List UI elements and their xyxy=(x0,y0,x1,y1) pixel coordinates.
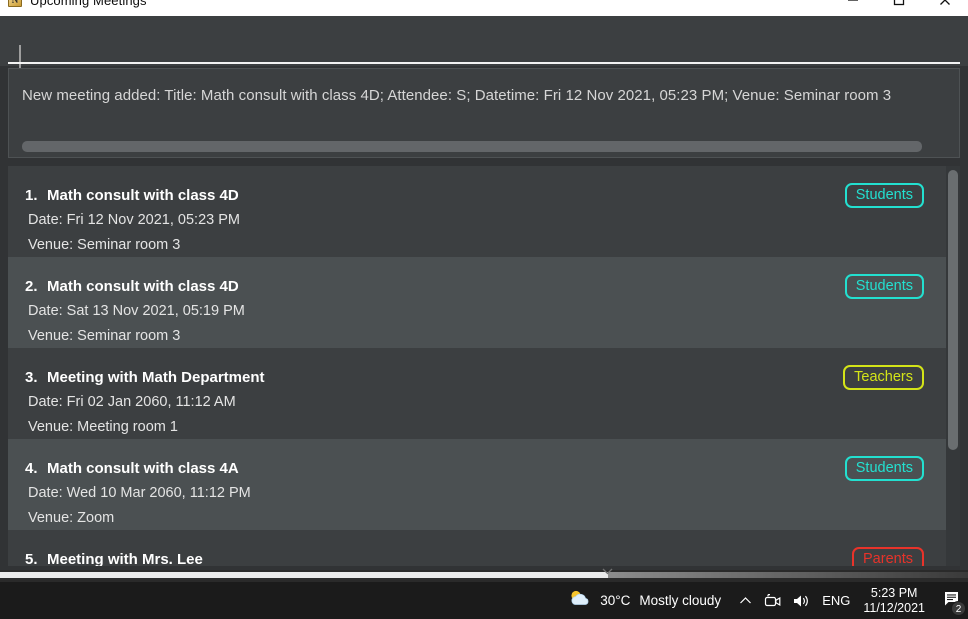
meeting-attendee-badge: Students xyxy=(844,274,924,299)
weather-temperature: 30°C xyxy=(600,593,631,608)
notification-center-button[interactable]: 2 xyxy=(934,582,968,619)
meeting-title: 3. Meeting with Math Department xyxy=(25,369,265,386)
meeting-row[interactable]: 1. Math consult with class 4D Date: Fri 12… xyxy=(8,166,946,257)
taskbar: 30°C Mostly cloudy ENG 5:23 PM 11/12/202… xyxy=(0,582,968,619)
meeting-title-text: Meeting with Math Department xyxy=(47,369,265,386)
partly-cloudy-icon xyxy=(568,589,591,613)
meeting-list-vertical-scrollbar[interactable] xyxy=(946,166,960,566)
clock-time: 5:23 PM xyxy=(870,585,918,600)
meeting-title-text: Math consult with class 4A xyxy=(47,460,239,477)
meeting-attendee-badge: Teachers xyxy=(843,365,924,390)
meeting-number: 4. xyxy=(25,460,38,477)
meeting-venue: Venue: Zoom xyxy=(28,510,115,526)
window-horizontal-scrollbar[interactable] xyxy=(0,570,968,582)
language-indicator[interactable]: ENG xyxy=(815,593,857,608)
meeting-venue: Venue: Meeting room 1 xyxy=(28,419,178,435)
output-message: New meeting added: Title: Math consult w… xyxy=(22,87,892,104)
clock[interactable]: 5:23 PM 11/12/2021 xyxy=(857,586,934,616)
meeting-number: 2. xyxy=(25,278,38,295)
weather-widget[interactable]: 30°C Mostly cloudy xyxy=(562,589,731,613)
meeting-row[interactable]: 3. Meeting with Math Department Date: Fri … xyxy=(8,348,946,439)
meeting-title-text: Math consult with class 4D xyxy=(47,278,239,295)
clock-date: 11/12/2021 xyxy=(863,600,925,615)
meeting-attendee-badge: Parents xyxy=(852,547,924,566)
meeting-row[interactable]: 5. Meeting with Mrs. Lee Parents xyxy=(8,530,946,566)
meeting-list[interactable]: 1. Math consult with class 4D Date: Fri 12… xyxy=(8,166,960,566)
window-horizontal-scrollbar-track xyxy=(608,572,968,578)
minimize-icon[interactable] xyxy=(830,0,876,16)
meeting-title: 5. Meeting with Mrs. Lee xyxy=(25,551,203,566)
meeting-number: 5. xyxy=(25,551,38,566)
output-panel: New meeting added: Title: Math consult w… xyxy=(8,68,960,158)
meeting-title: 4. Math consult with class 4A xyxy=(25,460,239,477)
meeting-date: Date: Fri 12 Nov 2021, 05:23 PM xyxy=(28,212,240,228)
output-horizontal-scrollbar-thumb[interactable] xyxy=(22,141,922,152)
app-icon: N xyxy=(8,0,22,7)
speaker-icon[interactable] xyxy=(787,582,815,619)
close-icon[interactable] xyxy=(922,0,968,16)
weather-description: Mostly cloudy xyxy=(639,593,722,608)
meeting-number: 1. xyxy=(25,187,38,204)
output-horizontal-scrollbar[interactable] xyxy=(10,139,959,153)
meeting-date: Date: Fri 02 Jan 2060, 11:12 AM xyxy=(28,394,236,410)
text-cursor xyxy=(19,45,21,68)
input-underline xyxy=(8,62,960,64)
meeting-title: 1. Math consult with class 4D xyxy=(25,187,239,204)
meeting-date: Date: Sat 13 Nov 2021, 05:19 PM xyxy=(28,303,245,319)
meeting-venue: Venue: Seminar room 3 xyxy=(28,328,181,344)
app-window: N Upcoming Meetings New meeting added: T… xyxy=(0,0,968,582)
meeting-date: Date: Wed 10 Mar 2060, 11:12 PM xyxy=(28,485,251,501)
meeting-attendee-badge: Students xyxy=(844,456,924,481)
meeting-row[interactable]: 4. Math consult with class 4A Date: Wed 10… xyxy=(8,439,946,530)
meeting-title: 2. Math consult with class 4D xyxy=(25,278,239,295)
window-controls xyxy=(830,0,968,16)
meeting-attendee-badge: Students xyxy=(844,183,924,208)
meeting-venue: Venue: Seminar room 3 xyxy=(28,237,181,253)
meeting-title-text: Meeting with Mrs. Lee xyxy=(47,551,203,566)
command-input-zone xyxy=(0,16,968,68)
window-horizontal-scrollbar-thumb[interactable] xyxy=(0,572,608,578)
command-input[interactable] xyxy=(12,24,956,57)
meeting-list-inner: 1. Math consult with class 4D Date: Fri 12… xyxy=(8,166,946,566)
meeting-title-text: Math consult with class 4D xyxy=(47,187,239,204)
screen: N Upcoming Meetings New meeting added: T… xyxy=(0,0,968,619)
meeting-row[interactable]: 2. Math consult with class 4D Date: Sat 13… xyxy=(8,257,946,348)
window-title-bar[interactable]: N Upcoming Meetings xyxy=(0,0,968,16)
maximize-icon[interactable] xyxy=(876,0,922,16)
meeting-list-vertical-scrollbar-thumb[interactable] xyxy=(948,170,958,450)
scroll-down-arrow-icon[interactable] xyxy=(600,566,614,576)
camera-icon[interactable] xyxy=(759,582,787,619)
window-title: Upcoming Meetings xyxy=(30,0,147,8)
chevron-up-icon[interactable] xyxy=(731,582,759,619)
notification-count-badge: 2 xyxy=(951,601,966,616)
meeting-number: 3. xyxy=(25,369,38,386)
taskbar-tray: 30°C Mostly cloudy ENG 5:23 PM 11/12/202… xyxy=(562,582,968,619)
